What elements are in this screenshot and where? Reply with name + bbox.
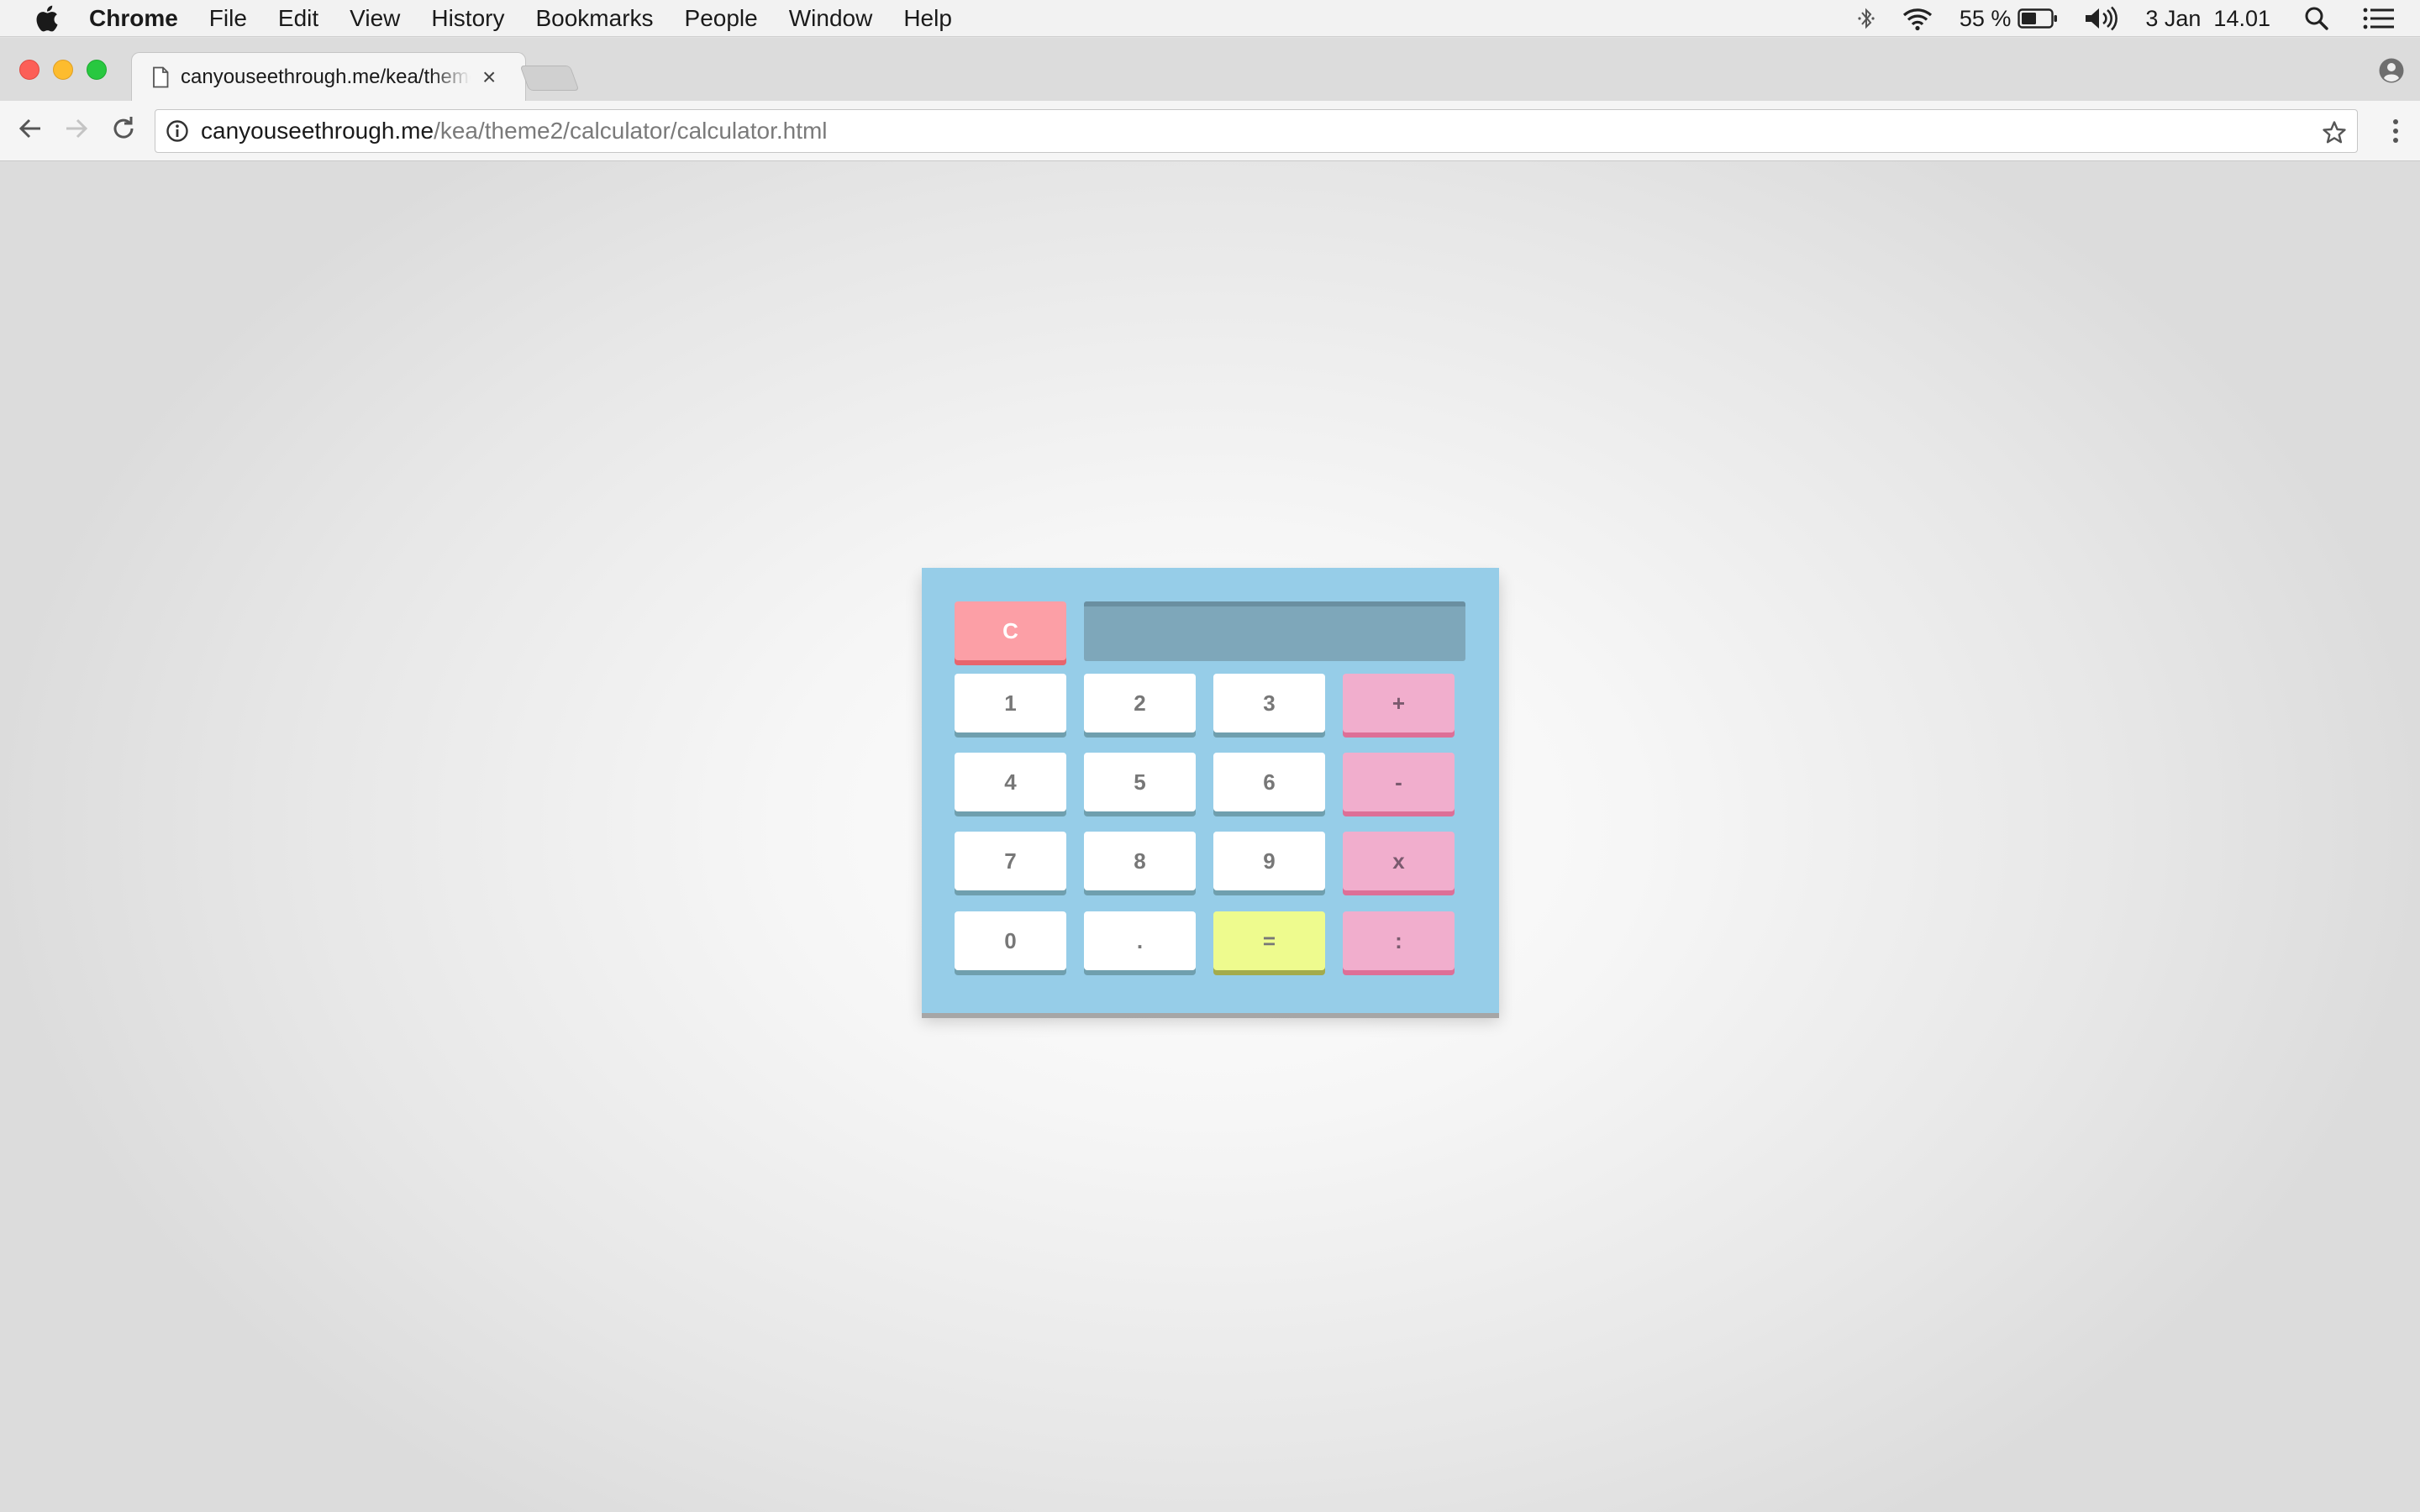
apple-logo-icon[interactable]	[34, 4, 59, 33]
digit-7-button[interactable]: 7	[955, 832, 1066, 890]
wifi-icon[interactable]	[1901, 6, 1934, 31]
digit-2-button[interactable]: 2	[1084, 674, 1196, 732]
window-minimize-button[interactable]	[53, 60, 73, 80]
clock[interactable]: 3 Jan 14.01	[2145, 6, 2270, 32]
digit-9-button[interactable]: 9	[1213, 832, 1325, 890]
clear-button[interactable]: C	[955, 601, 1066, 660]
digit-0-button[interactable]: 0	[955, 911, 1066, 970]
menu-bookmarks[interactable]: Bookmarks	[535, 5, 653, 32]
menu-kebab-icon[interactable]	[2391, 118, 2400, 149]
spotlight-search-icon[interactable]	[2304, 6, 2329, 31]
battery-percentage: 55 %	[1959, 5, 2012, 31]
multiply-button[interactable]: x	[1343, 832, 1455, 890]
close-icon[interactable]: ×	[482, 65, 496, 89]
menu-help[interactable]: Help	[903, 5, 952, 32]
menu-edit[interactable]: Edit	[278, 5, 318, 32]
bluetooth-icon[interactable]	[1857, 6, 1876, 31]
menu-view[interactable]: View	[350, 5, 400, 32]
menu-people[interactable]: People	[685, 5, 758, 32]
menu-file[interactable]: File	[209, 5, 247, 32]
address-bar[interactable]: canyouseethrough.me/kea/theme2/calculato…	[155, 109, 2358, 153]
url-text[interactable]: canyouseethrough.me/kea/theme2/calculato…	[201, 118, 828, 144]
notification-center-icon[interactable]	[2363, 7, 2395, 30]
menu-bar: Chrome File Edit View History Bookmarks …	[0, 0, 2420, 37]
bookmark-star-icon[interactable]	[2322, 120, 2347, 150]
volume-icon[interactable]	[2083, 6, 2120, 31]
info-icon[interactable]	[166, 119, 189, 143]
divide-button[interactable]: :	[1343, 911, 1455, 970]
digit-8-button[interactable]: 8	[1084, 832, 1196, 890]
menu-window[interactable]: Window	[789, 5, 873, 32]
back-arrow-icon[interactable]	[17, 115, 44, 146]
tab-active[interactable]: canyouseethrough.me/kea/theme2/calculato…	[131, 52, 526, 101]
new-tab-button[interactable]	[519, 66, 580, 91]
tab-title: canyouseethrough.me/kea/theme2/calculato…	[181, 65, 471, 88]
battery-icon[interactable]	[2018, 8, 2058, 29]
calculator-display	[1084, 601, 1465, 661]
url-host: canyouseethrough.me	[201, 118, 434, 144]
digit-4-button[interactable]: 4	[955, 753, 1066, 811]
window-zoom-button[interactable]	[87, 60, 107, 80]
menu-app-chrome[interactable]: Chrome	[89, 5, 178, 32]
decimal-button[interactable]: .	[1084, 911, 1196, 970]
equals-button[interactable]: =	[1213, 911, 1325, 970]
reload-icon[interactable]	[110, 115, 137, 146]
url-path: /kea/theme2/calculator/calculator.html	[434, 118, 828, 144]
digit-6-button[interactable]: 6	[1213, 753, 1325, 811]
window-close-button[interactable]	[19, 60, 39, 80]
profile-icon[interactable]	[2378, 57, 2405, 88]
forward-arrow-icon[interactable]	[63, 115, 90, 146]
subtract-button[interactable]: -	[1343, 753, 1455, 811]
calculator: C 1 2 3 + 4 5 6 - 7 8 9 x 0 . = :	[922, 568, 1499, 1013]
digit-1-button[interactable]: 1	[955, 674, 1066, 732]
status-area: 55 % 3 Jan 14.01	[1857, 0, 2420, 37]
menu-history[interactable]: History	[431, 5, 504, 32]
page-viewport: C 1 2 3 + 4 5 6 - 7 8 9 x 0 . = :	[0, 161, 2420, 1512]
page-icon	[152, 66, 169, 88]
digit-3-button[interactable]: 3	[1213, 674, 1325, 732]
add-button[interactable]: +	[1343, 674, 1455, 732]
digit-5-button[interactable]: 5	[1084, 753, 1196, 811]
